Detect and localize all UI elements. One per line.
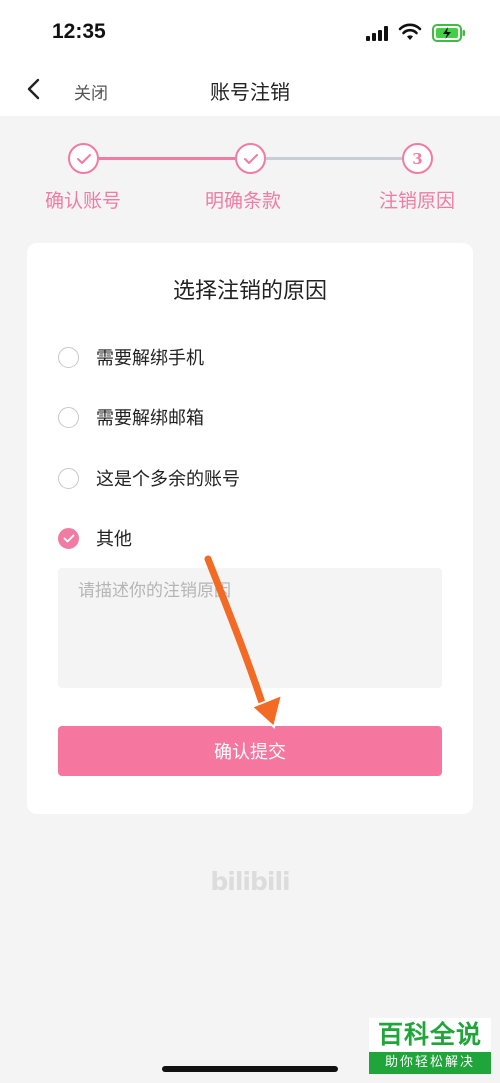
- step-connector-2: [266, 157, 402, 160]
- bilibili-logo: bilibili: [210, 867, 290, 896]
- reason-card: 选择注销的原因 需要解绑手机 需要解绑邮箱 这是个多余的账号 其他 确认提交: [27, 243, 473, 814]
- step-1-check-icon: [68, 143, 99, 174]
- signal-icon: [366, 26, 388, 41]
- option-label: 这是个多余的账号: [96, 469, 240, 490]
- step-connector-1: [99, 157, 235, 160]
- page-title: 账号注销: [210, 80, 290, 104]
- reason-option-unbind-phone[interactable]: 需要解绑手机: [58, 342, 438, 372]
- status-time: 12:35: [52, 20, 106, 43]
- battery-charging-icon: [432, 24, 465, 42]
- step-label-reason: 注销原因: [378, 190, 455, 212]
- nav-bar: 关闭 账号注销: [0, 62, 500, 116]
- step-label-confirm-account: 确认账号: [44, 190, 121, 212]
- reason-option-unbind-email[interactable]: 需要解绑邮箱: [58, 402, 438, 432]
- reason-textarea[interactable]: [58, 568, 442, 688]
- step-2-check-icon: [235, 143, 266, 174]
- option-label: 需要解绑手机: [96, 348, 204, 369]
- home-indicator[interactable]: [162, 1066, 338, 1072]
- radio-checked-icon[interactable]: [58, 527, 79, 549]
- card-title: 选择注销的原因: [172, 279, 327, 304]
- reason-option-extra-account[interactable]: 这是个多余的账号: [58, 463, 438, 493]
- watermark: 百科全说 助你轻松解决: [369, 1018, 491, 1074]
- step-3-number: 3: [402, 143, 433, 174]
- reason-option-other[interactable]: 其他: [58, 523, 438, 553]
- option-label: 需要解绑邮箱: [96, 408, 204, 429]
- watermark-subtitle: 助你轻松解决: [369, 1052, 491, 1074]
- radio-unchecked-icon[interactable]: [58, 406, 79, 428]
- submit-button[interactable]: 确认提交: [58, 726, 442, 776]
- progress-stepper: 3 确认账号 明确条款 注销原因: [0, 116, 500, 226]
- option-label: 其他: [96, 529, 132, 550]
- radio-unchecked-icon[interactable]: [58, 346, 79, 368]
- status-bar: 12:35: [0, 0, 500, 62]
- wifi-icon: [398, 23, 422, 40]
- radio-unchecked-icon[interactable]: [58, 467, 79, 489]
- watermark-title: 百科全说: [369, 1018, 491, 1052]
- step-label-terms: 明确条款: [204, 190, 281, 212]
